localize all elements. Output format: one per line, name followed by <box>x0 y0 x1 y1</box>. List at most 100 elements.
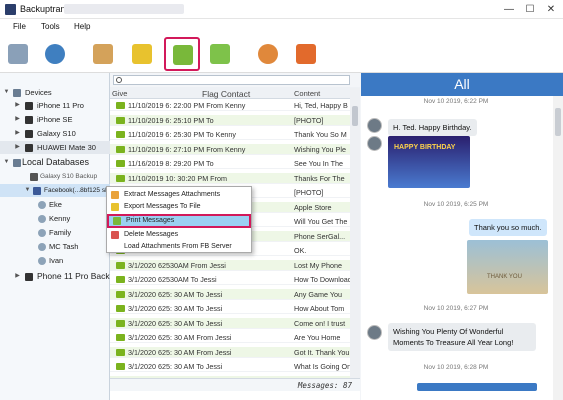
tree-device-item[interactable]: ▶ iPhone 11 Pro <box>0 99 110 112</box>
menu-help[interactable]: Help <box>74 22 90 31</box>
table-row[interactable]: 3/1/2020 625: 30 AM To Jessi How About To… <box>110 303 350 315</box>
message-date: 11/10/2019 10: 30:20 PM From <box>128 173 227 183</box>
toolbar <box>0 35 563 73</box>
chat-scrollbar[interactable] <box>553 96 563 400</box>
delete-icon <box>111 231 119 239</box>
birthday-image[interactable]: HAPPY BIRTHDAY <box>388 136 470 188</box>
avatar-icon <box>38 229 46 237</box>
message-content: Phone SerGal... <box>294 231 346 241</box>
menu-print-messages[interactable]: Print Messages <box>107 214 251 228</box>
table-row[interactable]: 11/10/2019 10: 30:20 PM From Thanks For T… <box>110 172 350 184</box>
message-content: OK. <box>294 246 307 255</box>
message-content: Will You Get The <box>294 217 348 226</box>
search-input[interactable] <box>113 75 350 85</box>
message-content: Hi, Ted, Happy B <box>294 101 348 110</box>
message-icon <box>116 145 125 153</box>
database-icon <box>13 159 21 167</box>
scrollbar-thumb[interactable] <box>555 108 561 136</box>
device-tree: ▼ Devices ▶ iPhone 11 Pro ▶ iPhone SE ▶ … <box>0 73 126 400</box>
message-date: 3/1/2020 62530AM To Jessi <box>128 275 217 284</box>
message-content: Are You Home <box>294 333 341 342</box>
table-row[interactable]: 3/1/2020 625: 30 AM From Jessi Got It. Th… <box>110 346 350 358</box>
tree-devices[interactable]: ▼ Devices <box>0 86 110 99</box>
tree-device-item[interactable]: ▶ Galaxy S10 <box>0 127 110 140</box>
table-row[interactable]: 11/10/2019 6: 22:00 PM From Kenny Hi, Ted… <box>110 100 350 112</box>
menu-tools[interactable]: Tools <box>41 22 60 31</box>
message-icon <box>116 174 125 182</box>
tree-device-item[interactable]: ▶ HUAWEI Mate 30 <box>0 141 110 154</box>
thank-you-image[interactable]: THANK YOU <box>467 240 548 294</box>
message-count: Messages: 87 <box>297 381 352 390</box>
tree-facebook-item[interactable]: ▼ Facebook(...8bf125 slo) <box>0 184 110 197</box>
chat-date: Nov 10 2019, 6:28 PM <box>423 364 489 371</box>
backup-sync-button[interactable] <box>40 39 70 69</box>
photos-button[interactable] <box>88 39 118 69</box>
chevron-down-icon: ▼ <box>3 89 10 95</box>
export-file-icon <box>132 44 152 64</box>
app-logo-icon <box>5 4 16 15</box>
table-row[interactable]: 3/1/2020 625: 30 AM From Jessi Are You Ho… <box>110 332 350 344</box>
menu-extract-attachments[interactable]: Extract Messages Attachments <box>107 189 251 201</box>
home-button[interactable] <box>291 39 321 69</box>
minimize-button[interactable]: — <box>499 3 519 16</box>
message-date: 3/1/2020 62530AM From Jessi <box>128 260 226 270</box>
avatar-icon <box>38 257 46 265</box>
avatar <box>367 136 382 151</box>
close-button[interactable]: ✕ <box>541 3 561 16</box>
message-content: How About Tom <box>294 304 345 313</box>
tree-local-databases[interactable]: ▼ Local Databases <box>0 156 110 169</box>
message-content: Any Game You <box>294 289 342 299</box>
chat-title: All <box>361 73 563 96</box>
tree-contact-item[interactable]: MC Tash <box>0 240 110 253</box>
tree-db-item[interactable]: Galaxy S10 Backup <box>0 170 110 183</box>
table-row[interactable]: 3/1/2020 62530AM To Jessi How To Download <box>110 274 350 286</box>
header-content[interactable]: Content <box>294 89 320 98</box>
message-icon <box>116 348 125 356</box>
message-date: 11/10/2019 6: 27:10 PM From Kenny <box>128 144 246 154</box>
tree-contact-item[interactable]: Kenny <box>0 212 110 225</box>
devices-icon <box>13 89 21 97</box>
delete-button[interactable] <box>205 39 235 69</box>
database-restore-button[interactable] <box>3 39 33 69</box>
table-row[interactable]: 3/1/2020 625: 30 AM To Jessi What Is Goin… <box>110 361 350 373</box>
menu-export-messages[interactable]: Export Messages To File <box>107 201 251 213</box>
table-row[interactable]: 3/1/2020 62530AM From Jessi Lost My Phone <box>110 259 350 271</box>
chat-bubble-outgoing <box>417 383 537 391</box>
message-icon <box>116 102 125 109</box>
table-row[interactable]: 11/10/2019 6: 25:30 PM To Kenny Thank You… <box>110 129 350 141</box>
table-row[interactable]: 11/16/2019 8: 29:20 PM To See You In The <box>110 158 350 170</box>
export-file-button[interactable] <box>127 39 157 69</box>
phone-icon <box>25 102 33 110</box>
tree-contact-item[interactable]: Ivan <box>0 254 110 267</box>
chevron-right-icon: ▶ <box>15 102 20 108</box>
phone-icon <box>30 173 38 181</box>
table-row[interactable]: 3/1/2020 625: 30 AM To Jessi Come on! I t… <box>110 317 350 329</box>
menu-file[interactable]: File <box>13 22 26 31</box>
table-row[interactable]: 11/10/2019 6: 25:10 PM To [PHOTO] <box>110 114 350 126</box>
message-date: 3/1/2020 625: 30 AM To Jessi <box>128 362 223 371</box>
chat-bubble-outgoing: Thank you so much. <box>469 219 547 236</box>
menu-load-attachments[interactable]: Load Attachments From FB Server <box>107 241 251 253</box>
avatar <box>367 118 382 133</box>
table-row[interactable]: 3/1/2020 625: 30 AM To Jessi Any Game You <box>110 288 350 300</box>
maximize-button[interactable]: ☐ <box>520 3 540 16</box>
tree-contact-item[interactable]: Family <box>0 226 110 239</box>
avatar-icon <box>38 201 46 209</box>
delete-icon <box>210 44 230 64</box>
scrollbar-thumb[interactable] <box>352 106 358 126</box>
key-button[interactable] <box>253 39 283 69</box>
message-list-scrollbar[interactable] <box>350 88 360 378</box>
tree-device-item[interactable]: ▶ iPhone SE <box>0 113 110 126</box>
menu-delete-messages[interactable]: Delete Messages <box>107 229 251 241</box>
chat-date: Nov 10 2019, 6:27 PM <box>423 305 489 312</box>
print-button[interactable] <box>164 37 200 71</box>
tree-contact-item[interactable]: Eke <box>0 198 110 211</box>
chat-bubble-incoming: H. Ted. Happy Birthday. <box>388 119 477 136</box>
header-flag-contact[interactable]: Flag Contact <box>202 89 250 99</box>
message-date: 3/1/2020 625: 30 AM From Jessi <box>128 347 232 357</box>
chevron-down-icon: ▼ <box>3 159 10 165</box>
header-given[interactable]: Give <box>112 89 127 98</box>
search-icon <box>116 77 122 83</box>
context-menu: Extract Messages Attachments Export Mess… <box>106 186 252 253</box>
table-row[interactable]: 11/10/2019 6: 27:10 PM From Kenny Wishing… <box>110 143 350 155</box>
